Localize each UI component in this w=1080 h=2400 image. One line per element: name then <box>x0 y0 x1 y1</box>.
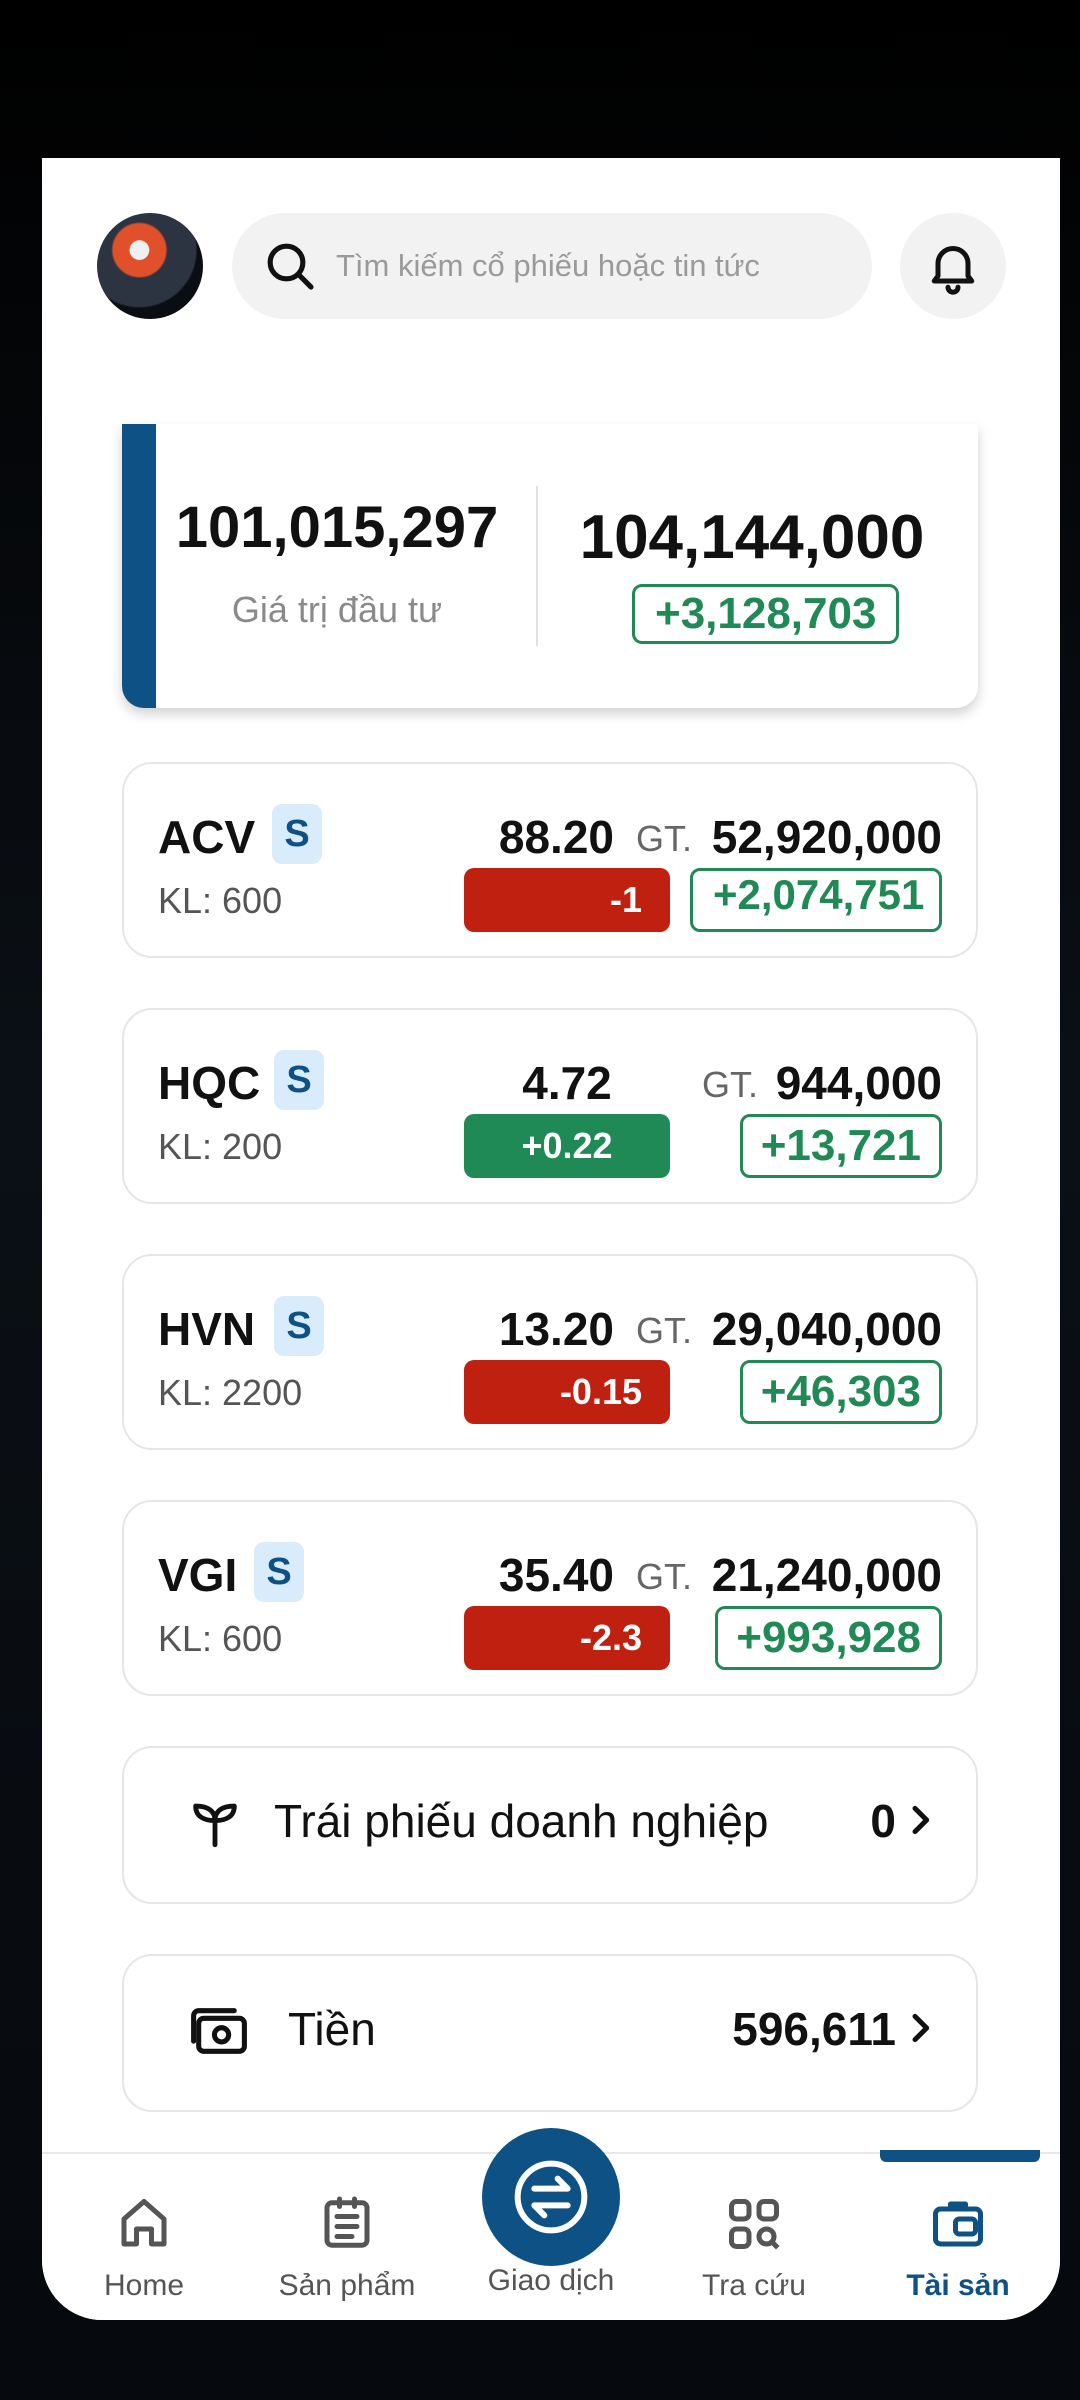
price-change-badge: +0.22 <box>464 1114 670 1178</box>
notification-button[interactable] <box>900 213 1006 319</box>
stock-card-vgi[interactable]: VGI S KL: 600 35.40 GT. 21,240,000 -2.3 … <box>122 1500 978 1696</box>
avatar[interactable] <box>97 213 203 319</box>
cash-value: 596,611 <box>732 2003 896 2055</box>
nav-lookup[interactable]: Tra cứu <box>664 2194 844 2303</box>
profit-loss-badge: +3,128,703 <box>632 584 900 644</box>
lookup-icon <box>729 2199 780 2250</box>
stock-card-acv[interactable]: ACV S KL: 600 88.20 GT. 52,920,000 -1 +2… <box>122 762 978 958</box>
corporate-bonds-row[interactable]: Trái phiếu doanh nghiệp 0 <box>122 1746 978 1904</box>
cash-icon <box>191 2008 247 2054</box>
nav-label: Sản phẩm <box>278 2269 416 2302</box>
cash-row[interactable]: Tiền 596,611 <box>122 1954 978 2112</box>
gt-value: 944,000 <box>775 1057 942 1109</box>
stock-price: 35.40 <box>498 1549 614 1601</box>
search-input[interactable] <box>334 247 858 285</box>
stock-pnl-badge: +993,928 <box>715 1606 942 1670</box>
chevron-right-icon <box>912 1805 930 1835</box>
gt-label: GT. <box>702 1064 759 1105</box>
stock-price: 13.20 <box>498 1303 614 1355</box>
sprout-icon <box>193 1803 237 1848</box>
stock-symbol: ACV <box>158 811 256 863</box>
investment-value: 101,015,297 <box>175 495 499 560</box>
bonds-value: 0 <box>870 1795 896 1847</box>
bonds-label: Trái phiếu doanh nghiệp <box>274 1795 769 1847</box>
stock-symbol: HQC <box>158 1057 261 1109</box>
stock-volume: KL: 600 <box>158 1618 283 1659</box>
gt-label: GT. <box>636 1556 693 1597</box>
app-screen: 101,015,297 Giá trị đầu tư 104,144,000 +… <box>42 158 1060 2320</box>
stock-volume: KL: 600 <box>158 880 283 921</box>
active-tab-indicator <box>880 2150 1040 2162</box>
price-change-badge: -1 <box>464 868 670 932</box>
nav-label: Home <box>103 2269 185 2302</box>
stock-type-badge: S <box>274 1050 324 1110</box>
gt-label: GT. <box>636 818 693 859</box>
portfolio-summary-card: 101,015,297 Giá trị đầu tư 104,144,000 +… <box>122 424 978 708</box>
gt-value: 52,920,000 <box>711 811 942 863</box>
trade-button[interactable] <box>482 2128 620 2266</box>
stock-card-hqc[interactable]: HQC S KL: 200 4.72 GT. 944,000 +0.22 +13… <box>122 1008 978 1204</box>
bell-icon <box>931 246 975 295</box>
stock-pnl-badge: +46,303 <box>739 1360 942 1424</box>
stock-symbol: HVN <box>158 1303 256 1355</box>
stock-price: 4.72 <box>522 1057 612 1109</box>
stock-price: 88.20 <box>498 811 614 863</box>
price-change-badge: -2.3 <box>464 1606 670 1670</box>
market-value: 104,144,000 <box>579 503 925 572</box>
chevron-right-icon <box>912 2013 930 2043</box>
stock-volume: KL: 2200 <box>158 1372 303 1413</box>
nav-label: Giao dịch <box>487 2264 615 2297</box>
nav-label: Tài sản <box>906 2269 1010 2302</box>
cash-label: Tiền <box>288 2003 376 2055</box>
product-icon <box>324 2196 370 2248</box>
nav-assets[interactable]: Tài sản <box>868 2194 1048 2303</box>
gt-label: GT. <box>636 1310 693 1351</box>
stock-volume: KL: 200 <box>158 1126 283 1167</box>
stock-symbol: VGI <box>158 1549 238 1601</box>
gt-value: 21,240,000 <box>711 1549 942 1601</box>
price-change-badge: -0.15 <box>464 1360 670 1424</box>
stock-type-badge: S <box>274 1296 324 1356</box>
nav-products[interactable]: Sản phẩm <box>257 2194 437 2303</box>
stock-card-hvn[interactable]: HVN S KL: 2200 13.20 GT. 29,040,000 -0.1… <box>122 1254 978 1450</box>
search-bar[interactable] <box>232 213 872 319</box>
gt-value: 29,040,000 <box>711 1303 942 1355</box>
stock-type-badge: S <box>272 804 322 864</box>
stock-pnl-badge: +2,074,751 <box>690 868 942 932</box>
stock-type-badge: S <box>254 1542 304 1602</box>
summary-accent-bar <box>122 424 156 708</box>
stock-pnl-badge: +13,721 <box>739 1114 942 1178</box>
home-icon <box>121 2199 167 2247</box>
investment-label: Giá trị đầu tư <box>231 589 443 630</box>
search-icon <box>267 243 314 290</box>
nav-home[interactable]: Home <box>54 2194 234 2303</box>
exchange-icon <box>514 2160 588 2234</box>
wallet-icon <box>933 2201 983 2247</box>
summary-divider <box>536 486 538 646</box>
nav-label: Tra cứu <box>702 2269 806 2302</box>
